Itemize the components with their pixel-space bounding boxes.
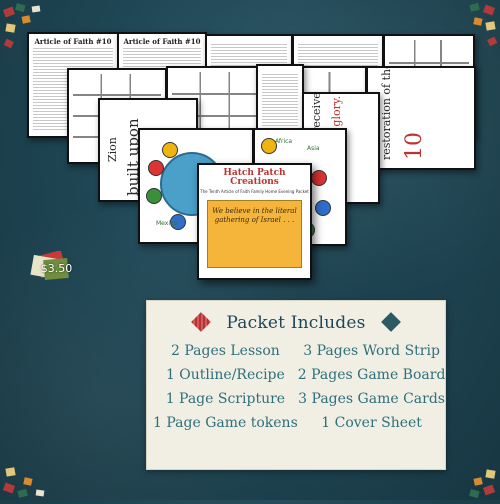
cover-quote: We believe in the literal gathering of I…	[212, 207, 297, 224]
corner-decoration-bottom-left	[0, 440, 60, 500]
board-space-blue	[315, 200, 331, 216]
board-label-mexico: Mexico	[156, 220, 177, 227]
packet-items-list: 2 Pages Lesson 3 Pages Word Strip 1 Outl…	[147, 343, 445, 431]
board-label-africa: Africa	[275, 138, 293, 145]
cover-quote-box: We believe in the literal gathering of I…	[207, 200, 302, 268]
packet-item: 3 Pages Word Strip	[303, 343, 440, 359]
packet-title: Packet Includes	[226, 313, 366, 333]
word-strip-f: 10	[402, 132, 427, 160]
packet-item: 1 Page Game tokens	[153, 415, 298, 431]
packet-item: 2 Pages Lesson	[170, 343, 280, 359]
brand-logo: Hatch Patch Creations	[223, 168, 286, 187]
board-space-red	[311, 170, 327, 186]
corner-decoration-bottom-right	[440, 440, 500, 500]
board-space-red	[148, 160, 164, 176]
board-space-yellow	[261, 138, 277, 154]
packet-item: 1 Outline/Recipe	[165, 367, 285, 383]
board-label-asia: Asia	[307, 145, 320, 152]
board-space-green	[146, 188, 162, 204]
cover-sheet: Hatch Patch Creations The Tenth Article …	[197, 163, 312, 280]
packet-includes-panel: Packet Includes 2 Pages Lesson 3 Pages W…	[146, 300, 446, 470]
packet-item: 2 Pages Game Board	[297, 367, 446, 383]
word-strip-sheet-far: restoration of the 10	[366, 66, 476, 170]
packet-item: 3 Pages Game Cards	[298, 391, 445, 407]
word-strip-a: Zion	[106, 137, 119, 162]
lesson-sheet-1-title: Article of Faith #10	[34, 37, 112, 46]
lesson-sheet-2-title: Article of Faith #10	[123, 37, 201, 46]
packet-item: 1 Page Scripture	[165, 391, 286, 407]
packet-item: 1 Cover Sheet	[321, 415, 422, 431]
board-space-yellow	[162, 142, 178, 158]
word-strip-e: restoration of the	[380, 66, 393, 160]
cover-subtitle: The Tenth Article of Faith Family Home E…	[200, 189, 309, 194]
price-label: $3.50	[40, 262, 73, 275]
